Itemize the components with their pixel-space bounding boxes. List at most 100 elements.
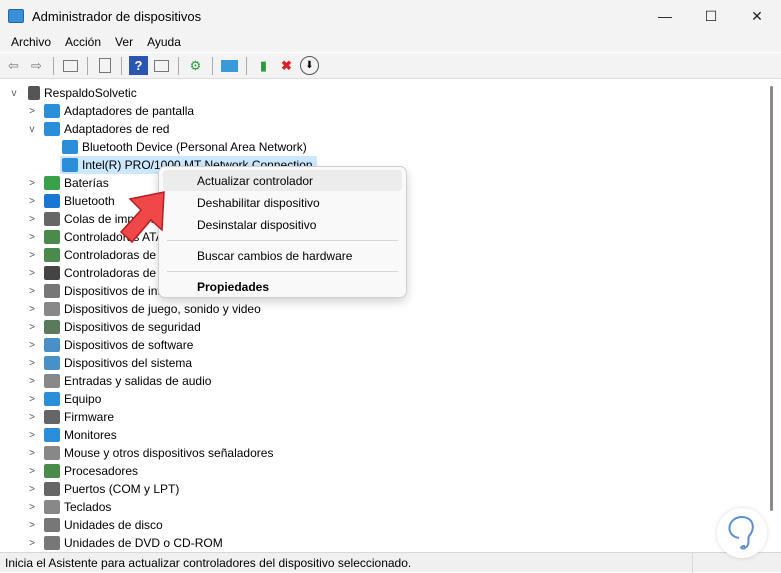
chevron-right-icon[interactable]: > [26, 358, 38, 369]
chevron-right-icon[interactable]: > [26, 466, 38, 477]
update-driver-icon[interactable]: ⚙ [186, 56, 205, 75]
tree-item[interactable]: > Dispositivos del sistema [29, 354, 192, 372]
show-hide-console-tree-icon[interactable] [61, 56, 80, 75]
device-category-icon [62, 140, 78, 154]
chevron-down-icon[interactable]: v [8, 88, 20, 99]
chevron-right-icon[interactable]: > [26, 430, 38, 441]
status-divider [692, 553, 693, 573]
device-category-icon [44, 194, 60, 208]
menu-item-properties[interactable]: Propiedades [163, 276, 402, 297]
chevron-right-icon[interactable]: > [26, 502, 38, 513]
separator [53, 56, 54, 75]
device-category-icon [44, 230, 60, 244]
chevron-right-icon[interactable]: > [26, 484, 38, 495]
tree-item[interactable]: > Procesadores [29, 462, 139, 480]
menu-item-disable-device[interactable]: Deshabilitar dispositivo [163, 192, 402, 213]
tree-item-label: Bluetooth Device (Personal Area Network) [82, 140, 307, 154]
chevron-right-icon[interactable]: > [26, 304, 38, 315]
device-category-icon [44, 518, 60, 532]
tree-root[interactable]: v RespaldoSolvetic [8, 84, 137, 102]
back-icon[interactable]: ⇦ [4, 56, 23, 75]
device-category-icon [44, 284, 60, 298]
properties-icon[interactable] [95, 56, 114, 75]
tree-item[interactable]: > Entradas y salidas de audio [29, 372, 211, 390]
computer-icon [28, 86, 40, 100]
chevron-right-icon[interactable]: > [26, 106, 38, 117]
enable-device-icon[interactable]: ▮ [254, 56, 273, 75]
uninstall-device-icon[interactable]: ✖ [277, 56, 296, 75]
tree-item[interactable]: Bluetooth Device (Personal Area Network) [62, 138, 307, 156]
chevron-right-icon[interactable]: > [26, 340, 38, 351]
tree-item-label: Bluetooth [64, 194, 115, 208]
red-pointer-arrow-icon [119, 191, 165, 244]
chevron-down-icon[interactable]: v [26, 124, 38, 135]
tree-item-label: Procesadores [64, 464, 139, 478]
forward-icon[interactable]: ⇨ [27, 56, 46, 75]
disable-device-icon[interactable]: ⬇ [300, 56, 319, 75]
tree-item-label: Adaptadores de red [64, 122, 170, 136]
chevron-right-icon[interactable]: > [26, 286, 38, 297]
menu-separator [167, 271, 398, 272]
chevron-right-icon[interactable]: > [26, 196, 38, 207]
chevron-right-icon[interactable]: > [26, 412, 38, 423]
menu-archivo[interactable]: Archivo [4, 35, 58, 49]
tree-item[interactable]: > Unidades de disco [29, 516, 163, 534]
scrollbar-thumb[interactable] [770, 86, 773, 511]
chevron-right-icon[interactable]: > [26, 376, 38, 387]
device-category-icon [44, 122, 60, 136]
tree-item[interactable]: > Equipo [29, 390, 101, 408]
tree-item[interactable]: > Adaptadores de pantalla [29, 102, 194, 120]
chevron-right-icon[interactable]: > [26, 268, 38, 279]
chevron-right-icon[interactable]: > [26, 178, 38, 189]
device-category-icon [44, 464, 60, 478]
menu-accion[interactable]: Acción [58, 35, 108, 49]
menu-separator [167, 240, 398, 241]
chevron-right-icon[interactable]: > [26, 214, 38, 225]
vertical-scrollbar[interactable] [765, 80, 778, 552]
device-category-icon [44, 176, 60, 190]
tree-item-label: Mouse y otros dispositivos señaladores [64, 446, 274, 460]
menu-item-update-driver[interactable]: Actualizar controlador [163, 170, 402, 191]
maximize-button[interactable]: ☐ [688, 0, 734, 32]
title-bar: Administrador de dispositivos — ☐ ✕ [0, 0, 781, 32]
tree-item[interactable]: > Dispositivos de int [29, 282, 161, 300]
tree-item[interactable]: > Firmware [29, 408, 114, 426]
help-icon[interactable]: ? [129, 56, 148, 75]
tree-item-label: Puertos (COM y LPT) [64, 482, 180, 496]
menu-ayuda[interactable]: Ayuda [140, 35, 188, 49]
close-button[interactable]: ✕ [734, 0, 780, 32]
tree-item[interactable]: > Dispositivos de juego, sonido y video [29, 300, 261, 318]
chevron-right-icon[interactable]: > [26, 394, 38, 405]
tree-item[interactable]: > Teclados [29, 498, 111, 516]
device-category-icon [44, 248, 60, 262]
tree-item[interactable]: > Dispositivos de seguridad [29, 318, 201, 336]
tree-item[interactable]: > Baterías [29, 174, 109, 192]
chevron-right-icon[interactable]: > [26, 448, 38, 459]
chevron-right-icon[interactable]: > [26, 250, 38, 261]
status-bar: Inicia el Asistente para actualizar cont… [0, 552, 781, 573]
menu-item-uninstall-device[interactable]: Desinstalar dispositivo [163, 214, 402, 235]
chevron-right-icon[interactable]: > [26, 520, 38, 531]
scan-hardware-icon[interactable] [220, 56, 239, 75]
tree-item[interactable]: > Controladoras de [29, 264, 156, 282]
tree-item[interactable]: > Mouse y otros dispositivos señaladores [29, 444, 274, 462]
toolbar: ⇦ ⇨ ? ⚙ ▮ ✖ ⬇ [0, 53, 781, 79]
menu-bar: Archivo Acción Ver Ayuda [0, 32, 781, 52]
menu-ver[interactable]: Ver [108, 35, 140, 49]
tree-item[interactable]: > Dispositivos de software [29, 336, 193, 354]
tree-item[interactable]: > Unidades de DVD o CD-ROM [29, 534, 223, 552]
tree-item[interactable]: > Bluetooth [29, 192, 115, 210]
minimize-button[interactable]: — [642, 0, 688, 32]
tree-item[interactable]: > Puertos (COM y LPT) [29, 480, 180, 498]
tree-item[interactable]: > Monitores [29, 426, 117, 444]
device-category-icon [44, 320, 60, 334]
device-manager-icon [8, 9, 24, 23]
tree-item-label: Unidades de disco [64, 518, 163, 532]
menu-item-scan-hardware[interactable]: Buscar cambios de hardware [163, 245, 402, 266]
tree-item[interactable]: v Adaptadores de red [30, 120, 170, 138]
chevron-right-icon[interactable]: > [26, 232, 38, 243]
chevron-right-icon[interactable]: > [26, 322, 38, 333]
action-pane-icon[interactable] [152, 56, 171, 75]
tree-item-label: Dispositivos de int [64, 284, 161, 298]
chevron-right-icon[interactable]: > [26, 538, 38, 549]
